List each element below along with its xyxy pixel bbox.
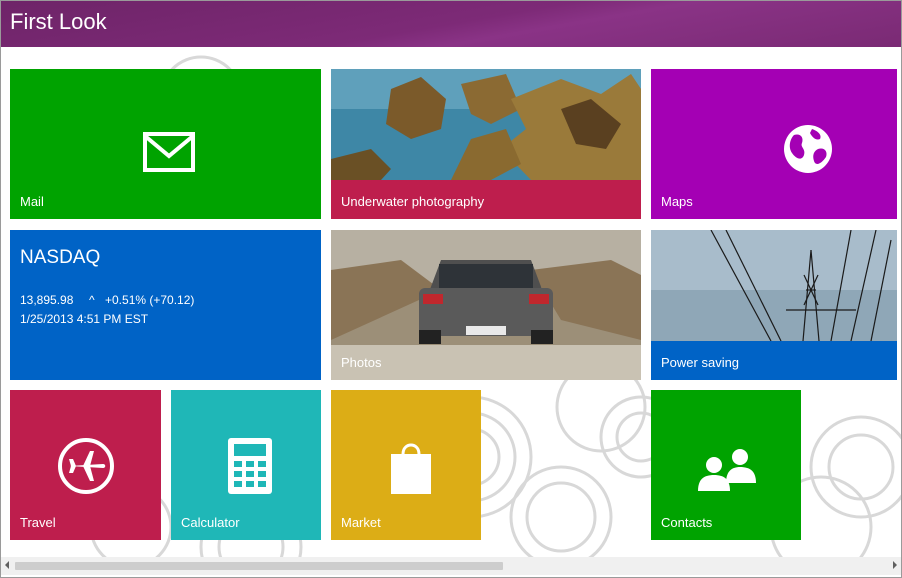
stock-value: 13,895.98 (20, 293, 74, 307)
tile-label-travel: Travel (20, 515, 56, 530)
photo-powerline (651, 230, 897, 341)
app-window: First Look Mail Underwater photography M… (0, 0, 902, 578)
tile-travel[interactable]: Travel (10, 390, 161, 540)
tile-mail[interactable]: Mail (10, 69, 321, 219)
scroll-right-arrow-icon[interactable] (893, 561, 897, 569)
calculator-icon (228, 438, 272, 494)
tile-market[interactable]: Market (331, 390, 481, 540)
stock-arrow: ^ (89, 293, 95, 307)
airplane-icon (58, 438, 114, 494)
horizontal-scrollbar[interactable] (1, 557, 901, 575)
stock-change: +0.51% (+70.12) (105, 293, 195, 307)
tile-label-mail: Mail (20, 194, 44, 209)
tile-label-underwater: Underwater photography (341, 194, 485, 209)
tile-label-maps: Maps (661, 194, 693, 209)
tile-nasdaq[interactable]: NASDAQ 13,895.98 ^ +0.51% (+70.12) 1/25/… (10, 230, 321, 380)
stock-title: NASDAQ (20, 247, 101, 268)
tile-label-market: Market (341, 515, 381, 530)
mail-icon (143, 132, 195, 172)
scroll-left-arrow-icon[interactable] (5, 561, 9, 569)
title-bar: First Look (1, 1, 901, 47)
tile-power-saving[interactable]: Power saving (651, 230, 897, 380)
shopping-bag-icon (391, 443, 431, 494)
stock-timestamp: 1/25/2013 4:51 PM EST (20, 312, 149, 326)
photo-rocks (331, 69, 641, 180)
tile-contacts[interactable]: Contacts (651, 390, 801, 540)
tile-photos[interactable]: Photos (331, 230, 641, 380)
tile-calculator[interactable]: Calculator (171, 390, 321, 540)
window-title: First Look (10, 9, 107, 34)
scrollbar-thumb[interactable] (15, 562, 503, 570)
tile-underwater-photography[interactable]: Underwater photography (331, 69, 641, 219)
people-icon (698, 449, 756, 491)
tile-label-calculator: Calculator (181, 515, 240, 530)
tile-label-contacts: Contacts (661, 515, 713, 530)
tile-label-photos: Photos (341, 355, 382, 370)
tile-label-power: Power saving (661, 355, 740, 370)
tile-maps[interactable]: Maps (651, 69, 897, 219)
globe-icon (784, 125, 832, 173)
